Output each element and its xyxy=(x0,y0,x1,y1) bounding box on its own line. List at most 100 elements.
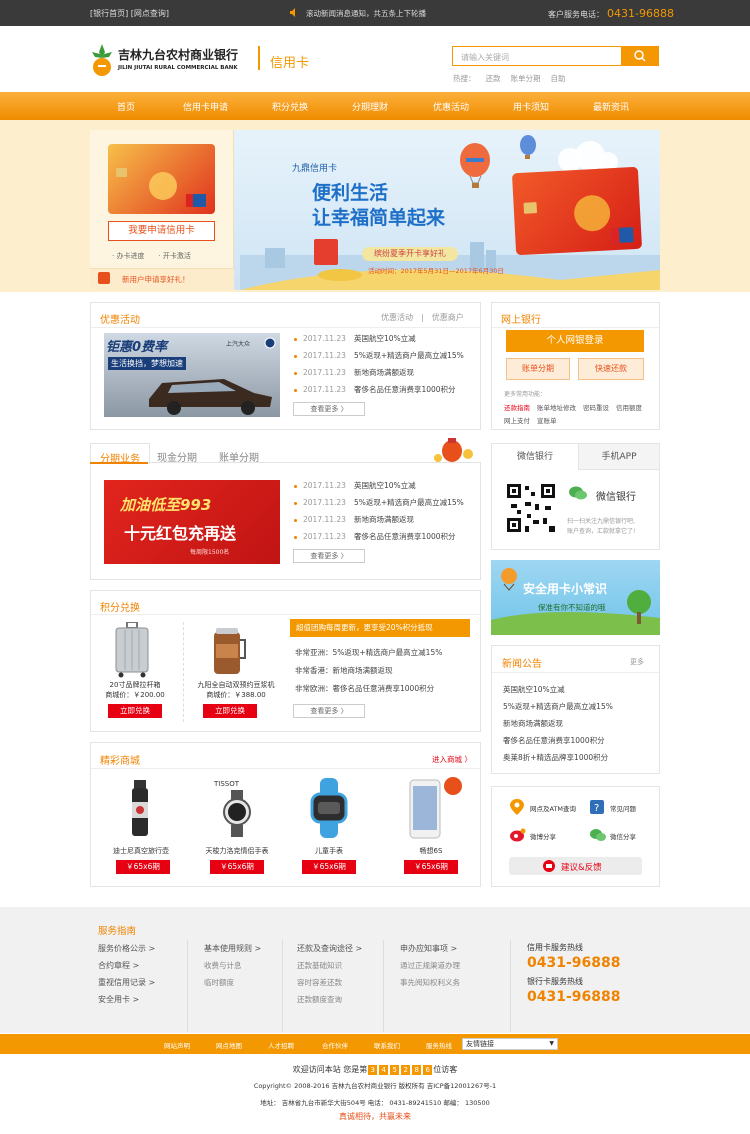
phone-image[interactable] xyxy=(404,776,464,840)
search-button[interactable] xyxy=(622,46,659,66)
function-link[interactable]: 账单地址修改 xyxy=(537,404,576,412)
footer-nav-link[interactable]: 联系我们 xyxy=(374,1040,400,1050)
friend-links-select[interactable]: 友情链接 ▼ xyxy=(462,1038,558,1050)
bank-logo-icon[interactable] xyxy=(90,40,114,78)
promo-link[interactable]: 优惠商户 xyxy=(432,313,464,322)
installment-price-button[interactable]: ￥65x6期 xyxy=(404,860,458,874)
thermos-image[interactable] xyxy=(125,776,155,840)
footer-col-3-head[interactable]: 还款及查询途径 > xyxy=(297,940,362,957)
list-item[interactable]: 2017.11.23 新地商场满额返现 xyxy=(294,514,414,525)
nav-points[interactable]: 积分兑换 xyxy=(272,100,308,113)
activate-link[interactable]: · 开卡激活 xyxy=(158,252,190,260)
hot-word[interactable]: 账单分期 xyxy=(511,74,541,83)
product-name[interactable]: 20寸品牌拉杆箱 xyxy=(100,680,170,690)
wechat-share-link[interactable]: 微信分享 xyxy=(610,831,636,841)
top-links[interactable]: [银行首页] [网点查询] xyxy=(90,8,169,19)
footer-link[interactable]: 临时额度 xyxy=(204,974,242,991)
news-more-link[interactable]: 更多 xyxy=(630,657,644,667)
tab-bill-installment[interactable]: 账单分期 xyxy=(210,443,268,465)
promo-link[interactable]: 优惠活动 xyxy=(381,313,413,322)
watch-image[interactable]: TISSOT xyxy=(212,778,262,840)
list-item[interactable]: 2017.11.23 奢侈名品任意消费享1000积分 xyxy=(294,384,456,395)
nav-home[interactable]: 首页 xyxy=(117,100,135,113)
tab-mobile-app[interactable]: 手机APP xyxy=(578,444,659,470)
function-link[interactable]: 还款指南 xyxy=(504,404,530,412)
tab-cash-installment[interactable]: 现金分期 xyxy=(148,443,206,465)
list-item[interactable]: 2017.11.23 英国航空10%立减 xyxy=(294,333,416,344)
installment-price-button[interactable]: ￥65x6期 xyxy=(302,860,356,874)
enter-mall-link[interactable]: 进入商城 〉 xyxy=(432,754,472,765)
function-link[interactable]: 密码重设 xyxy=(583,404,609,412)
nav-apply[interactable]: 信用卡申请 xyxy=(183,100,228,113)
redeem-button[interactable]: 立即兑换 xyxy=(203,704,257,718)
list-item[interactable]: 新地商场满额返现 xyxy=(503,718,563,729)
product-name[interactable]: 儿童手表 xyxy=(288,846,370,856)
soymilk-maker-image[interactable] xyxy=(208,622,248,678)
bill-installment-button[interactable]: 账单分期 xyxy=(506,358,570,380)
new-user-promo[interactable]: 新用户申请享好礼！ xyxy=(90,268,234,290)
list-item[interactable]: 非常欧洲：奢侈名品任意消费享1000积分 xyxy=(295,683,434,694)
nav-installment[interactable]: 分期理财 xyxy=(352,100,388,113)
footer-link[interactable]: 服务价格公示 > xyxy=(98,940,155,957)
footer-link[interactable]: 安全用卡 > xyxy=(98,991,155,1008)
progress-link[interactable]: · 办卡进度 xyxy=(112,252,144,260)
nav-news[interactable]: 最新资讯 xyxy=(593,100,629,113)
footer-link[interactable]: 容时容差还款 xyxy=(297,974,342,991)
list-item[interactable]: 奢侈名品任意消费享1000积分 xyxy=(503,735,605,746)
function-link[interactable]: 宣账单 xyxy=(537,417,557,425)
installment-ad[interactable]: 加油低至993 十元红包充再送 每周限1500名 xyxy=(104,480,280,564)
footer-link[interactable]: 合约章程 > xyxy=(98,957,155,974)
product-name[interactable]: 天梭力洛克情侣手表 xyxy=(190,846,284,856)
installment-price-button[interactable]: ￥65x6期 xyxy=(116,860,170,874)
hot-word[interactable]: 还款 xyxy=(486,74,501,83)
scroll-notice[interactable]: 滚动新闻消息通知，共五条上下轮播 xyxy=(306,8,426,19)
list-item[interactable]: 2017.11.23 英国航空10%立减 xyxy=(294,480,416,491)
list-item[interactable]: 2017.11.23 5%返现+精选商户最高立减15% xyxy=(294,497,464,508)
nav-guide[interactable]: 用卡须知 xyxy=(513,100,549,113)
quick-repay-button[interactable]: 快速还款 xyxy=(578,358,644,380)
kids-watch-image[interactable] xyxy=(306,776,352,840)
tab-wechat-bank[interactable]: 微信银行 xyxy=(492,444,578,470)
footer-col-4-head[interactable]: 申办应知事项 > xyxy=(400,940,457,957)
list-item[interactable]: 奥莱8折+精选品牌享1000积分 xyxy=(503,752,608,763)
list-item[interactable]: 2017.11.23 5%返现+精选商户最高立减15% xyxy=(294,350,464,361)
footer-link[interactable]: 重视信用记录 > xyxy=(98,974,155,991)
product-name[interactable]: 迪士尼真空旅行壶 xyxy=(100,846,182,856)
footer-link[interactable]: 还款基础知识 xyxy=(297,957,342,974)
personal-login-button[interactable]: 个人网银登录 xyxy=(506,330,644,352)
product-name[interactable]: 畅想6S xyxy=(390,846,472,856)
footer-nav-link[interactable]: 网站声明 xyxy=(164,1040,190,1050)
footer-nav-link[interactable]: 人才招聘 xyxy=(268,1040,294,1050)
footer-link[interactable]: 事先阅知权利义务 xyxy=(400,974,460,991)
footer-link[interactable]: 收费与计息 xyxy=(204,957,242,974)
feedback-button[interactable]: 建议&反馈 xyxy=(509,857,642,875)
list-item[interactable]: 非常香港：新地商场满额返现 xyxy=(295,665,393,676)
list-item[interactable]: 2017.11.23 奢侈名品任意消费享1000积分 xyxy=(294,531,456,542)
footer-nav-link[interactable]: 服务热线 xyxy=(426,1040,452,1050)
function-link[interactable]: 信用额度 xyxy=(616,404,642,412)
redeem-button[interactable]: 立即兑换 xyxy=(108,704,162,718)
footer-nav-link[interactable]: 合作伙伴 xyxy=(322,1040,348,1050)
atm-query-link[interactable]: 网点及ATM查询 xyxy=(530,803,576,813)
points-more-button[interactable]: 查看更多 〉 xyxy=(293,704,365,718)
product-name[interactable]: 九阳全自动双预约豆浆机 xyxy=(186,680,286,690)
weibo-share-link[interactable]: 微博分享 xyxy=(530,831,556,841)
installment-price-button[interactable]: ￥65x6期 xyxy=(210,860,264,874)
faq-link[interactable]: 常见问题 xyxy=(610,803,636,813)
car-ad[interactable]: 钜惠0费率 生活换挡，梦想加速 上汽大众 xyxy=(104,333,280,417)
nav-promotions[interactable]: 优惠活动 xyxy=(433,100,469,113)
footer-link[interactable]: 还款额度查询 xyxy=(297,991,342,1008)
footer-col-2-head[interactable]: 基本使用规则 > xyxy=(204,940,261,957)
hot-word[interactable]: 自助 xyxy=(551,74,566,83)
safety-tips-banner[interactable]: 安全用卡小常识 保准有你不知道的哦 xyxy=(491,560,660,635)
footer-link[interactable]: 通过正规渠道办理 xyxy=(400,957,460,974)
list-item[interactable]: 英国航空10%立减 xyxy=(503,684,565,695)
promo-more-button[interactable]: 查看更多 〉 xyxy=(293,402,365,416)
list-item[interactable]: 5%返现+精选商户最高立减15% xyxy=(503,701,613,712)
list-item[interactable]: 2017.11.23 新地商场满额返现 xyxy=(294,367,414,378)
apply-card-button[interactable]: 我要申请信用卡 xyxy=(108,221,215,241)
function-link[interactable]: 网上支付 xyxy=(504,417,530,425)
installment-more-button[interactable]: 查看更多 〉 xyxy=(293,549,365,563)
footer-nav-link[interactable]: 网点地图 xyxy=(216,1040,242,1050)
search-input[interactable]: 请输入关键词 xyxy=(452,46,622,66)
